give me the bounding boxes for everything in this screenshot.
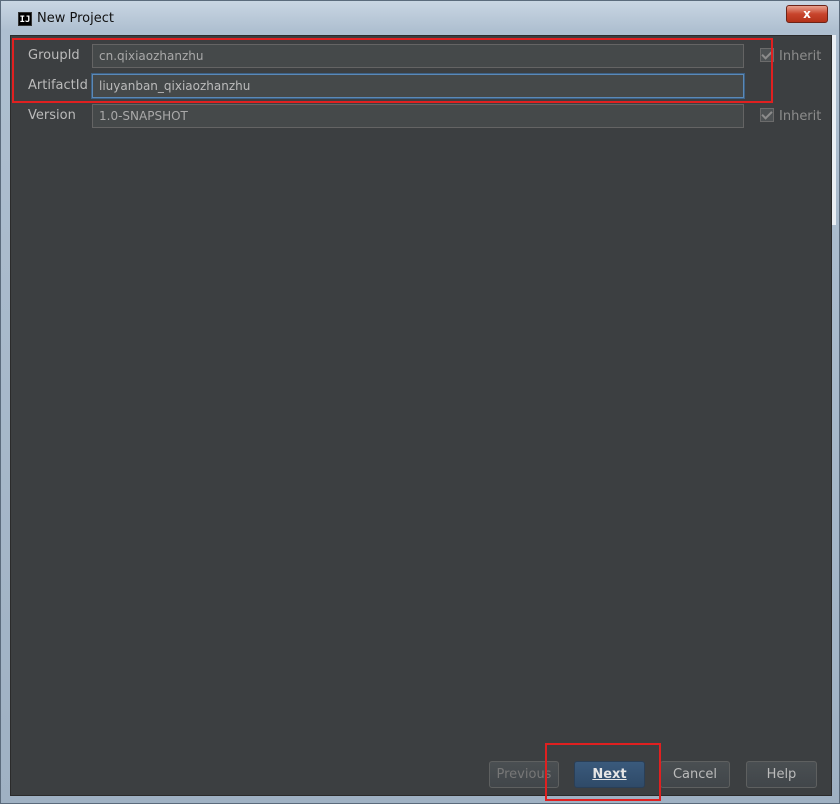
cancel-button[interactable]: Cancel [660, 761, 730, 788]
dialog-content-panel: GroupId cn.qixiaozhanzhu Inherit Artifac… [10, 35, 832, 796]
next-button-highlight-box [545, 743, 661, 801]
new-project-dialog: IJ New Project x GroupId cn.qixiaozhanzh… [0, 0, 840, 804]
window-edge-strip [832, 35, 836, 225]
version-inherit-checkbox[interactable]: Inherit [760, 108, 821, 124]
help-button[interactable]: Help [746, 761, 817, 788]
title-bar[interactable]: IJ New Project x [1, 1, 839, 35]
window-title: New Project [37, 11, 114, 26]
groupid-artifactid-highlight-box [12, 38, 773, 103]
intellij-app-icon: IJ [18, 12, 32, 26]
version-inherit-label: Inherit [779, 109, 822, 124]
close-button[interactable]: x [786, 5, 828, 23]
version-field[interactable]: 1.0-SNAPSHOT [92, 104, 744, 128]
groupid-inherit-label: Inherit [779, 49, 822, 64]
checkbox-check-icon [760, 108, 774, 122]
version-label: Version [28, 108, 76, 123]
